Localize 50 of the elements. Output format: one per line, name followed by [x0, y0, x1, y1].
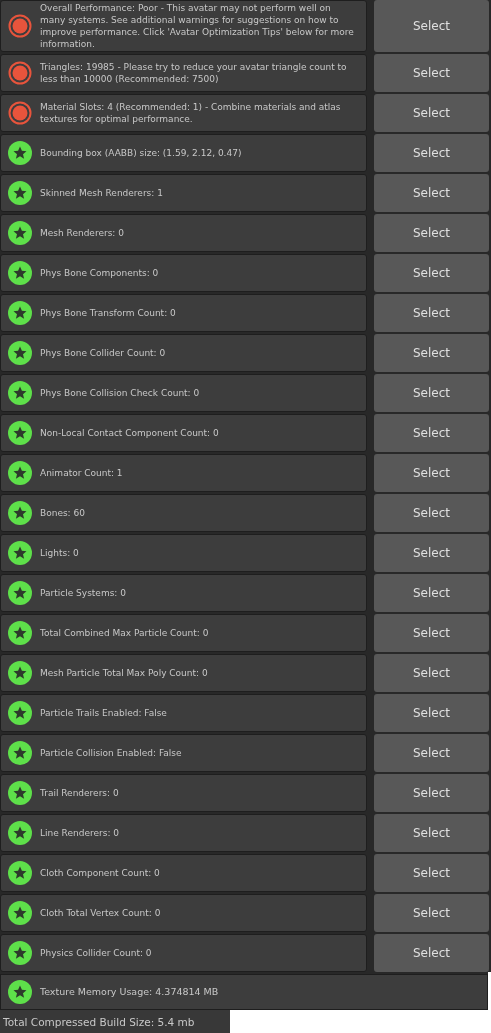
select-button[interactable]: Select [374, 734, 489, 772]
select-button[interactable]: Select [374, 94, 489, 132]
check-message: Bones: 60 [40, 507, 86, 519]
select-button[interactable]: Select [374, 774, 489, 812]
check-message: Particle Systems: 0 [40, 587, 127, 599]
check-message: Total Combined Max Particle Count: 0 [40, 627, 210, 639]
select-button[interactable]: Select [374, 374, 489, 412]
select-button[interactable]: Select [374, 654, 489, 692]
check-message: Phys Bone Collision Check Count: 0 [40, 387, 201, 399]
texture-memory-text: Texture Memory Usage: 4.374814 MB [40, 984, 219, 999]
check-message: Mesh Particle Total Max Poly Count: 0 [40, 667, 209, 679]
check-message: Phys Bone Transform Count: 0 [40, 307, 177, 319]
check-message: Material Slots: 4 (Recommended: 1) - Combine materials and atlas textures for optimal performance. [40, 101, 342, 125]
check-message: Phys Bone Collider Count: 0 [40, 347, 167, 359]
check-message: Mesh Renderers: 0 [40, 227, 125, 239]
select-button[interactable]: Select [374, 54, 489, 92]
check-message: Physics Collider Count: 0 [40, 947, 153, 959]
check-message: Trail Renderers: 0 [40, 787, 120, 799]
select-button[interactable]: Select [374, 574, 489, 612]
select-button[interactable]: Select [374, 694, 489, 732]
select-button[interactable]: Select [374, 814, 489, 852]
check-message: Cloth Total Vertex Count: 0 [40, 907, 162, 919]
check-message: Bounding box (AABB) size: (1.59, 2.12, 0.47) [40, 147, 243, 159]
check-message: Cloth Component Count: 0 [40, 867, 161, 879]
select-button[interactable]: Select [374, 494, 489, 532]
select-button[interactable]: Select [374, 134, 489, 172]
select-button[interactable]: Select [374, 894, 489, 932]
select-button[interactable]: Select [374, 454, 489, 492]
select-button[interactable]: Select [374, 294, 489, 332]
select-button[interactable]: Select [374, 0, 489, 52]
select-button[interactable]: Select [374, 414, 489, 452]
check-message: Animator Count: 1 [40, 467, 124, 479]
build-size-text: Total Compressed Build Size: 5.4 mb [3, 1014, 195, 1030]
select-button[interactable]: Select [374, 174, 489, 212]
check-message: Particle Trails Enabled: False [40, 707, 168, 719]
check-message: Lights: 0 [40, 547, 80, 559]
check-message: Phys Bone Components: 0 [40, 267, 160, 279]
select-button[interactable]: Select [374, 934, 489, 972]
check-message: Triangles: 19985 - Please try to reduce your avatar triangle count to less than 10000 (Recommended: 7500) [40, 61, 348, 85]
select-button[interactable]: Select [374, 214, 489, 252]
check-message: Non-Local Contact Component Count: 0 [40, 427, 220, 439]
select-button[interactable]: Select [374, 854, 489, 892]
check-message: Line Renderers: 0 [40, 827, 120, 839]
select-button[interactable]: Select [374, 254, 489, 292]
check-message: Particle Collision Enabled: False [40, 747, 183, 759]
check-message: Skinned Mesh Renderers: 1 [40, 187, 164, 199]
select-button[interactable]: Select [374, 614, 489, 652]
select-button[interactable]: Select [374, 334, 489, 372]
select-button[interactable]: Select [374, 534, 489, 572]
check-message: Overall Performance: Poor - This avatar may not perform well on many systems. See additional warnings for suggestions on how to improve performance. Click 'Avatar Optimization Tips' below for more information. [40, 2, 355, 50]
